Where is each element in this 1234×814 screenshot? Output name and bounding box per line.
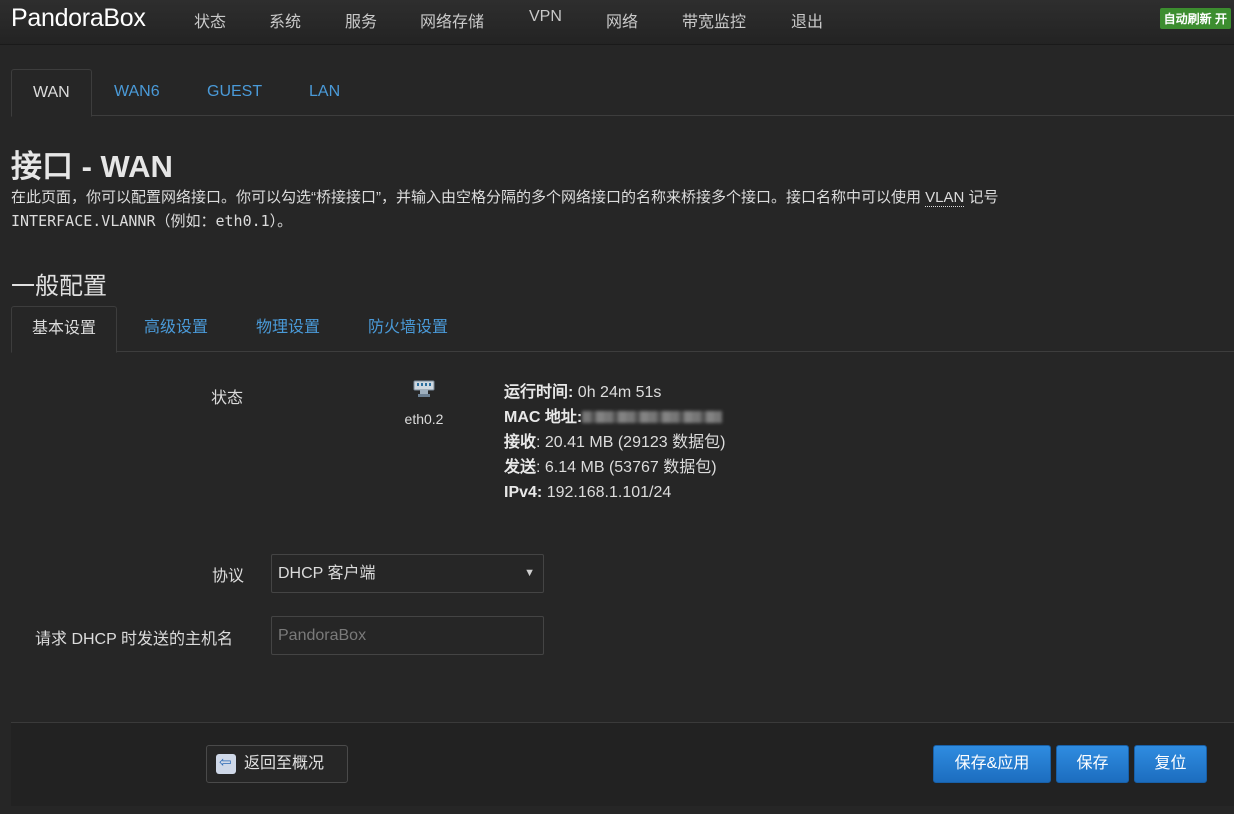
reset-button[interactable]: 复位 (1134, 745, 1207, 783)
status-label: 状态 (211, 390, 244, 407)
ethernet-port-icon (413, 380, 435, 397)
brand-logo[interactable]: PandoraBox (11, 4, 146, 33)
nav-vpn[interactable]: VPN (529, 8, 562, 26)
tab-advanced-settings[interactable]: 高级设置 (124, 306, 228, 352)
chevron-down-icon: ▼ (524, 567, 535, 579)
description-text: 在此页面，你可以配置网络接口。你可以勾选“桥接接口”，并输入由空格分隔的多个网络… (11, 189, 926, 206)
nav-services[interactable]: 服务 (345, 8, 377, 32)
mac-label: MAC 地址: (504, 409, 583, 426)
uptime-value: 0h 24m 51s (577, 384, 662, 401)
tab-physical-settings[interactable]: 物理设置 (236, 306, 340, 352)
page-description-line2: INTERFACE.VLANNR（例如：eth0.1）。 (11, 212, 293, 230)
tx-value: : 6.14 MB (53767 数据包) (536, 459, 717, 476)
back-button-label: 返回至概况 (244, 755, 325, 772)
ipv4-value: 192.168.1.101/24 (546, 484, 672, 501)
tab-lan[interactable]: LAN (288, 69, 361, 116)
vlan-abbr: VLAN (925, 189, 965, 207)
protocol-label: 协议 (212, 568, 245, 585)
nav-status[interactable]: 状态 (194, 8, 226, 32)
tab-wan6[interactable]: WAN6 (93, 69, 181, 116)
save-button[interactable]: 保存 (1056, 745, 1129, 783)
tab-guest[interactable]: GUEST (186, 69, 283, 116)
back-to-overview-button[interactable]: 返回至概况 (206, 745, 348, 783)
save-apply-button[interactable]: 保存&应用 (933, 745, 1051, 783)
uptime-row: 运行时间: 0h 24m 51s (504, 380, 725, 405)
nav-network[interactable]: 网络 (606, 8, 638, 32)
page-description: 在此页面，你可以配置网络接口。你可以勾选“桥接接口”，并输入由空格分隔的多个网络… (11, 186, 999, 207)
page-title: 接口 - WAN (11, 149, 173, 184)
interface-name: eth0.2 (404, 411, 444, 427)
section-title: 一般配置 (11, 272, 107, 300)
ipv4-row: IPv4: 192.168.1.101/24 (504, 480, 725, 505)
auto-refresh-badge[interactable]: 自动刷新 开 (1159, 8, 1231, 29)
tx-row: 发送: 6.14 MB (53767 数据包) (504, 455, 725, 480)
hostname-input[interactable] (271, 616, 544, 655)
tab-basic-settings[interactable]: 基本设置 (11, 306, 118, 353)
back-arrow-icon (216, 745, 236, 781)
interface-status: eth0.2 (398, 378, 450, 427)
rx-row: 接收: 20.41 MB (29123 数据包) (504, 430, 725, 455)
tab-wan[interactable]: WAN (11, 69, 92, 117)
protocol-selected-value: DHCP 客户端 (278, 565, 376, 582)
tx-label: 发送 (504, 459, 537, 476)
uptime-label: 运行时间: (504, 384, 574, 401)
protocol-select[interactable]: DHCP 客户端 ▼ (271, 554, 544, 593)
settings-tabs: 基本设置 高级设置 物理设置 防火墙设置 (11, 306, 1234, 353)
rx-label: 接收 (504, 434, 537, 451)
ipv4-label: IPv4: (504, 484, 543, 501)
nav-system[interactable]: 系统 (269, 8, 301, 32)
interface-tabs: WAN WAN6 GUEST LAN (11, 69, 1234, 117)
top-navbar: PandoraBox 状态 系统 服务 网络存储 VPN 网络 带宽监控 退出 … (0, 0, 1234, 45)
nav-nas[interactable]: 网络存储 (420, 8, 484, 32)
mac-row: MAC 地址: (504, 405, 725, 430)
nav-logout[interactable]: 退出 (791, 8, 823, 32)
hostname-label: 请求 DHCP 时发送的主机名 (35, 631, 233, 648)
rx-value: : 20.41 MB (29123 数据包) (536, 434, 726, 451)
description-text-end: 记号 (964, 189, 999, 206)
tab-firewall-settings[interactable]: 防火墙设置 (348, 306, 468, 352)
mac-address-redacted (582, 411, 723, 423)
status-details: 运行时间: 0h 24m 51s MAC 地址: 接收: 20.41 MB (2… (504, 380, 725, 505)
nav-bandwidth-monitor[interactable]: 带宽监控 (682, 8, 746, 32)
